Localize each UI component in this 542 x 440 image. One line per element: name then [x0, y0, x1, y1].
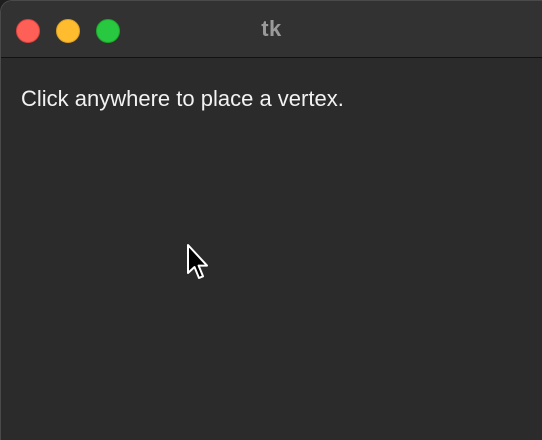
app-window: tk Click anywhere to place a vertex.: [0, 0, 542, 440]
window-title: tk: [261, 16, 282, 41]
drawing-canvas[interactable]: Click anywhere to place a vertex.: [1, 58, 542, 440]
arrow-pointer-icon: [187, 244, 208, 279]
instruction-text: Click anywhere to place a vertex.: [21, 86, 344, 111]
title-bar[interactable]: tk: [1, 1, 542, 58]
